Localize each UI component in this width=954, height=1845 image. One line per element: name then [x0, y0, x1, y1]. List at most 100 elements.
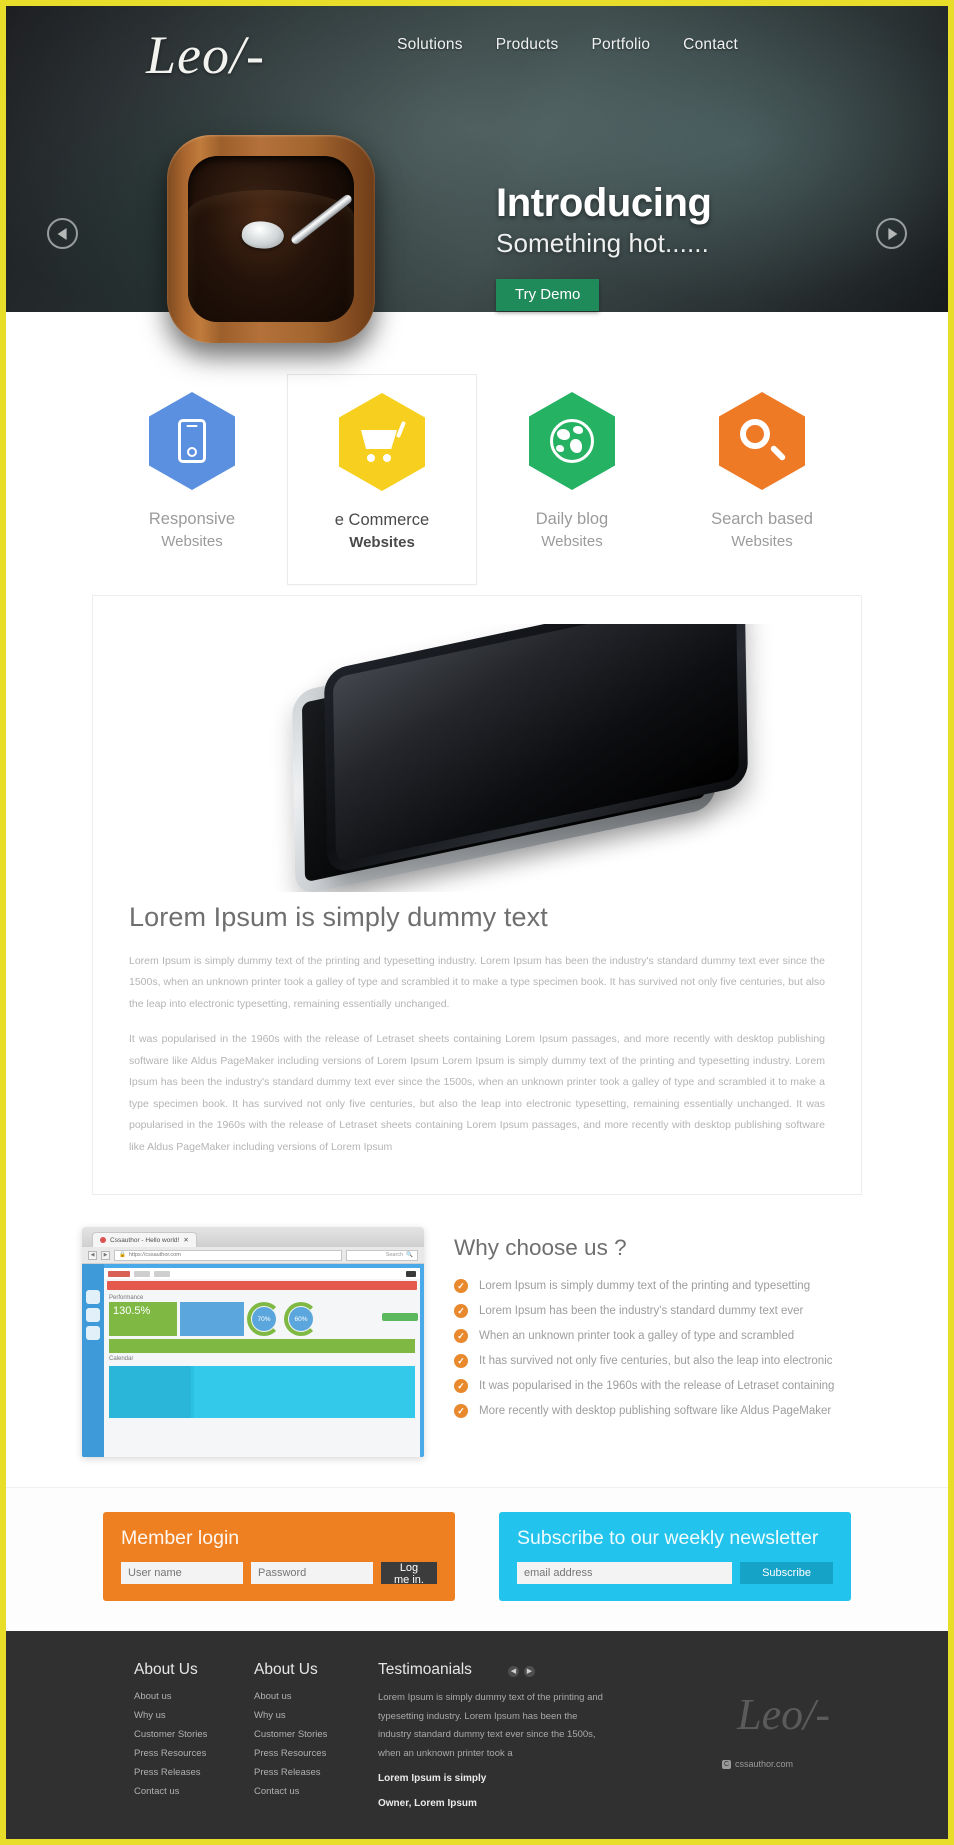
- footer-link[interactable]: Press Resources: [134, 1748, 254, 1759]
- why-choose-us-section: Cssauthor - Hello world! ✕ ◀ ▶ 🔒 https:/…: [82, 1227, 872, 1487]
- testimonials-author-name: Lorem Ipsum is simply: [378, 1773, 487, 1785]
- browser-tab[interactable]: Cssauthor - Hello world! ✕: [92, 1232, 197, 1248]
- sidebar-icon-1[interactable]: [86, 1290, 100, 1305]
- browser-url-text: https://cssauthor.com: [128, 1252, 181, 1259]
- testimonials-controls: ◀ ▶: [508, 1666, 535, 1678]
- dashboard-mockup: Performance 130.5% 70% 60% Calendar: [82, 1264, 424, 1458]
- feature-card-responsive[interactable]: Responsive Websites: [97, 374, 287, 585]
- footer-link[interactable]: Contact us: [254, 1786, 372, 1797]
- chevron-right-icon: [887, 227, 897, 240]
- hero-title: Introducing: [496, 181, 712, 225]
- feature-label-responsive: Responsive Websites: [97, 508, 287, 553]
- feature-line1: Search based: [711, 510, 813, 528]
- sidebar-icon-3[interactable]: [86, 1326, 100, 1341]
- newsletter-title: Subscribe to our weekly newsletter: [517, 1527, 819, 1550]
- sidebar-icon-2[interactable]: [86, 1308, 100, 1323]
- globe-land-2: [573, 426, 583, 434]
- panel-paragraph-1: Lorem Ipsum is simply dummy text of the …: [129, 954, 825, 1010]
- check-circle-icon: ✓: [454, 1304, 468, 1319]
- check-circle-icon: ✓: [454, 1379, 468, 1394]
- newsletter-row: Subscribe: [517, 1562, 833, 1585]
- dashboard-realtime-bar: [109, 1339, 415, 1354]
- browser-url-bar[interactable]: 🔒 https://cssauthor.com: [114, 1249, 342, 1261]
- carousel-prev-button[interactable]: [47, 218, 78, 249]
- dashboard-user-avatar[interactable]: [406, 1270, 416, 1277]
- dashboard-calendar: [109, 1366, 415, 1419]
- site-footer: About Us About us Why us Customer Storie…: [6, 1631, 948, 1839]
- dashboard-tab-2[interactable]: [134, 1270, 150, 1277]
- testimonials-prev-button[interactable]: ◀: [508, 1666, 519, 1678]
- footer-link[interactable]: Press Releases: [134, 1767, 254, 1778]
- footer-copyright-text: cssauthor.com: [734, 1759, 793, 1770]
- footer-link[interactable]: Why us: [254, 1710, 372, 1721]
- username-input[interactable]: [121, 1562, 243, 1585]
- nav-item-solutions[interactable]: Solutions: [397, 36, 463, 54]
- feature-card-blog[interactable]: Daily blog Websites: [477, 374, 667, 585]
- footer-link[interactable]: Customer Stories: [134, 1729, 254, 1740]
- carousel-next-button[interactable]: [876, 218, 907, 249]
- dashboard-tab-3[interactable]: [154, 1270, 170, 1277]
- hero-section: Leo/- Solutions Products Portfolio Conta…: [6, 6, 948, 343]
- cart-wheel-left: [367, 454, 375, 462]
- feature-line2: Websites: [541, 533, 603, 551]
- subscribe-button[interactable]: Subscribe: [740, 1562, 833, 1585]
- spoon-bowl: [240, 219, 286, 251]
- features-section: Responsive Websites e Commerce Websites: [6, 312, 948, 585]
- feature-line1: Responsive: [148, 510, 236, 528]
- testimonials-text: Lorem Ipsum is simply dummy text of the …: [378, 1692, 603, 1759]
- favicon-icon: [100, 1237, 106, 1244]
- member-login-title: Member login: [121, 1527, 240, 1550]
- close-icon[interactable]: ✕: [183, 1236, 188, 1244]
- browser-toolbar: ◀ ▶ 🔒 https://cssauthor.com Search 🔍: [82, 1247, 424, 1265]
- site-logo[interactable]: Leo/-: [146, 24, 265, 86]
- why-list-item: ✓ More recently with desktop publishing …: [454, 1404, 872, 1419]
- forward-icon[interactable]: ▶: [101, 1250, 110, 1260]
- password-input[interactable]: [251, 1562, 373, 1585]
- newsletter-box: Subscribe to our weekly newsletter Subsc…: [499, 1512, 851, 1602]
- browser-search-placeholder: Search: [385, 1252, 404, 1259]
- footer-column-2: About Us About us Why us Customer Storie…: [254, 1661, 372, 1813]
- globe-land-1: [557, 429, 570, 440]
- footer-link[interactable]: Customer Stories: [254, 1729, 372, 1740]
- try-demo-button[interactable]: Try Demo: [496, 279, 600, 311]
- nav-item-contact[interactable]: Contact: [683, 36, 738, 54]
- feature-card-search[interactable]: Search based Websites: [667, 374, 857, 585]
- dashboard-tab-active[interactable]: [108, 1270, 130, 1277]
- footer-link[interactable]: Contact us: [134, 1786, 254, 1797]
- footer-link[interactable]: Press Releases: [254, 1767, 372, 1778]
- cart-basket: [361, 430, 397, 449]
- email-input[interactable]: [517, 1562, 733, 1585]
- footer-link[interactable]: Press Resources: [254, 1748, 372, 1759]
- cart-handle: [395, 420, 407, 439]
- why-list-item-text: Lorem Ipsum is simply dummy text of the …: [479, 1280, 811, 1293]
- feature-card-ecommerce[interactable]: e Commerce Websites: [287, 374, 477, 585]
- login-button[interactable]: Log me in.: [381, 1562, 437, 1586]
- hexagon-search: [719, 392, 805, 490]
- footer-link[interactable]: About us: [134, 1691, 254, 1702]
- nav-item-portfolio[interactable]: Portfolio: [592, 36, 651, 54]
- search-icon: 🔍: [406, 1252, 413, 1259]
- calendar-table: [194, 1366, 415, 1419]
- footer-column-1-title: About Us: [134, 1661, 198, 1679]
- dashboard-kpi-value: 130.5%: [109, 1302, 177, 1337]
- calendar-grid: [109, 1366, 191, 1419]
- footer-link[interactable]: About us: [254, 1691, 372, 1702]
- browser-search-input[interactable]: Search 🔍: [346, 1249, 418, 1261]
- dashboard-kpi-chart: [180, 1302, 244, 1337]
- why-list-item: ✓ Lorem Ipsum has been the industry's st…: [454, 1304, 872, 1319]
- dashboard-section-performance: Performance: [109, 1295, 144, 1302]
- back-icon[interactable]: ◀: [88, 1250, 97, 1260]
- nav-item-products[interactable]: Products: [496, 36, 559, 54]
- page-frame: Leo/- Solutions Products Portfolio Conta…: [0, 0, 954, 1845]
- footer-link[interactable]: Why us: [134, 1710, 254, 1721]
- forms-section: Member login Log me in. Subscribe to our…: [6, 1487, 948, 1632]
- footer-column-1: About Us About us Why us Customer Storie…: [134, 1661, 254, 1813]
- why-list-item: ✓ Lorem Ipsum is simply dummy text of th…: [454, 1279, 872, 1294]
- testimonials-next-button[interactable]: ▶: [524, 1666, 535, 1678]
- feature-line2: Websites: [731, 533, 793, 551]
- why-list-item: ✓ When an unknown printer took a galley …: [454, 1329, 872, 1344]
- main-navigation: Solutions Products Portfolio Contact: [397, 36, 738, 54]
- hero-copy: Introducing Something hot...... Try Demo: [496, 182, 712, 311]
- dashboard-green-button[interactable]: [382, 1313, 418, 1322]
- check-circle-icon: ✓: [454, 1404, 468, 1419]
